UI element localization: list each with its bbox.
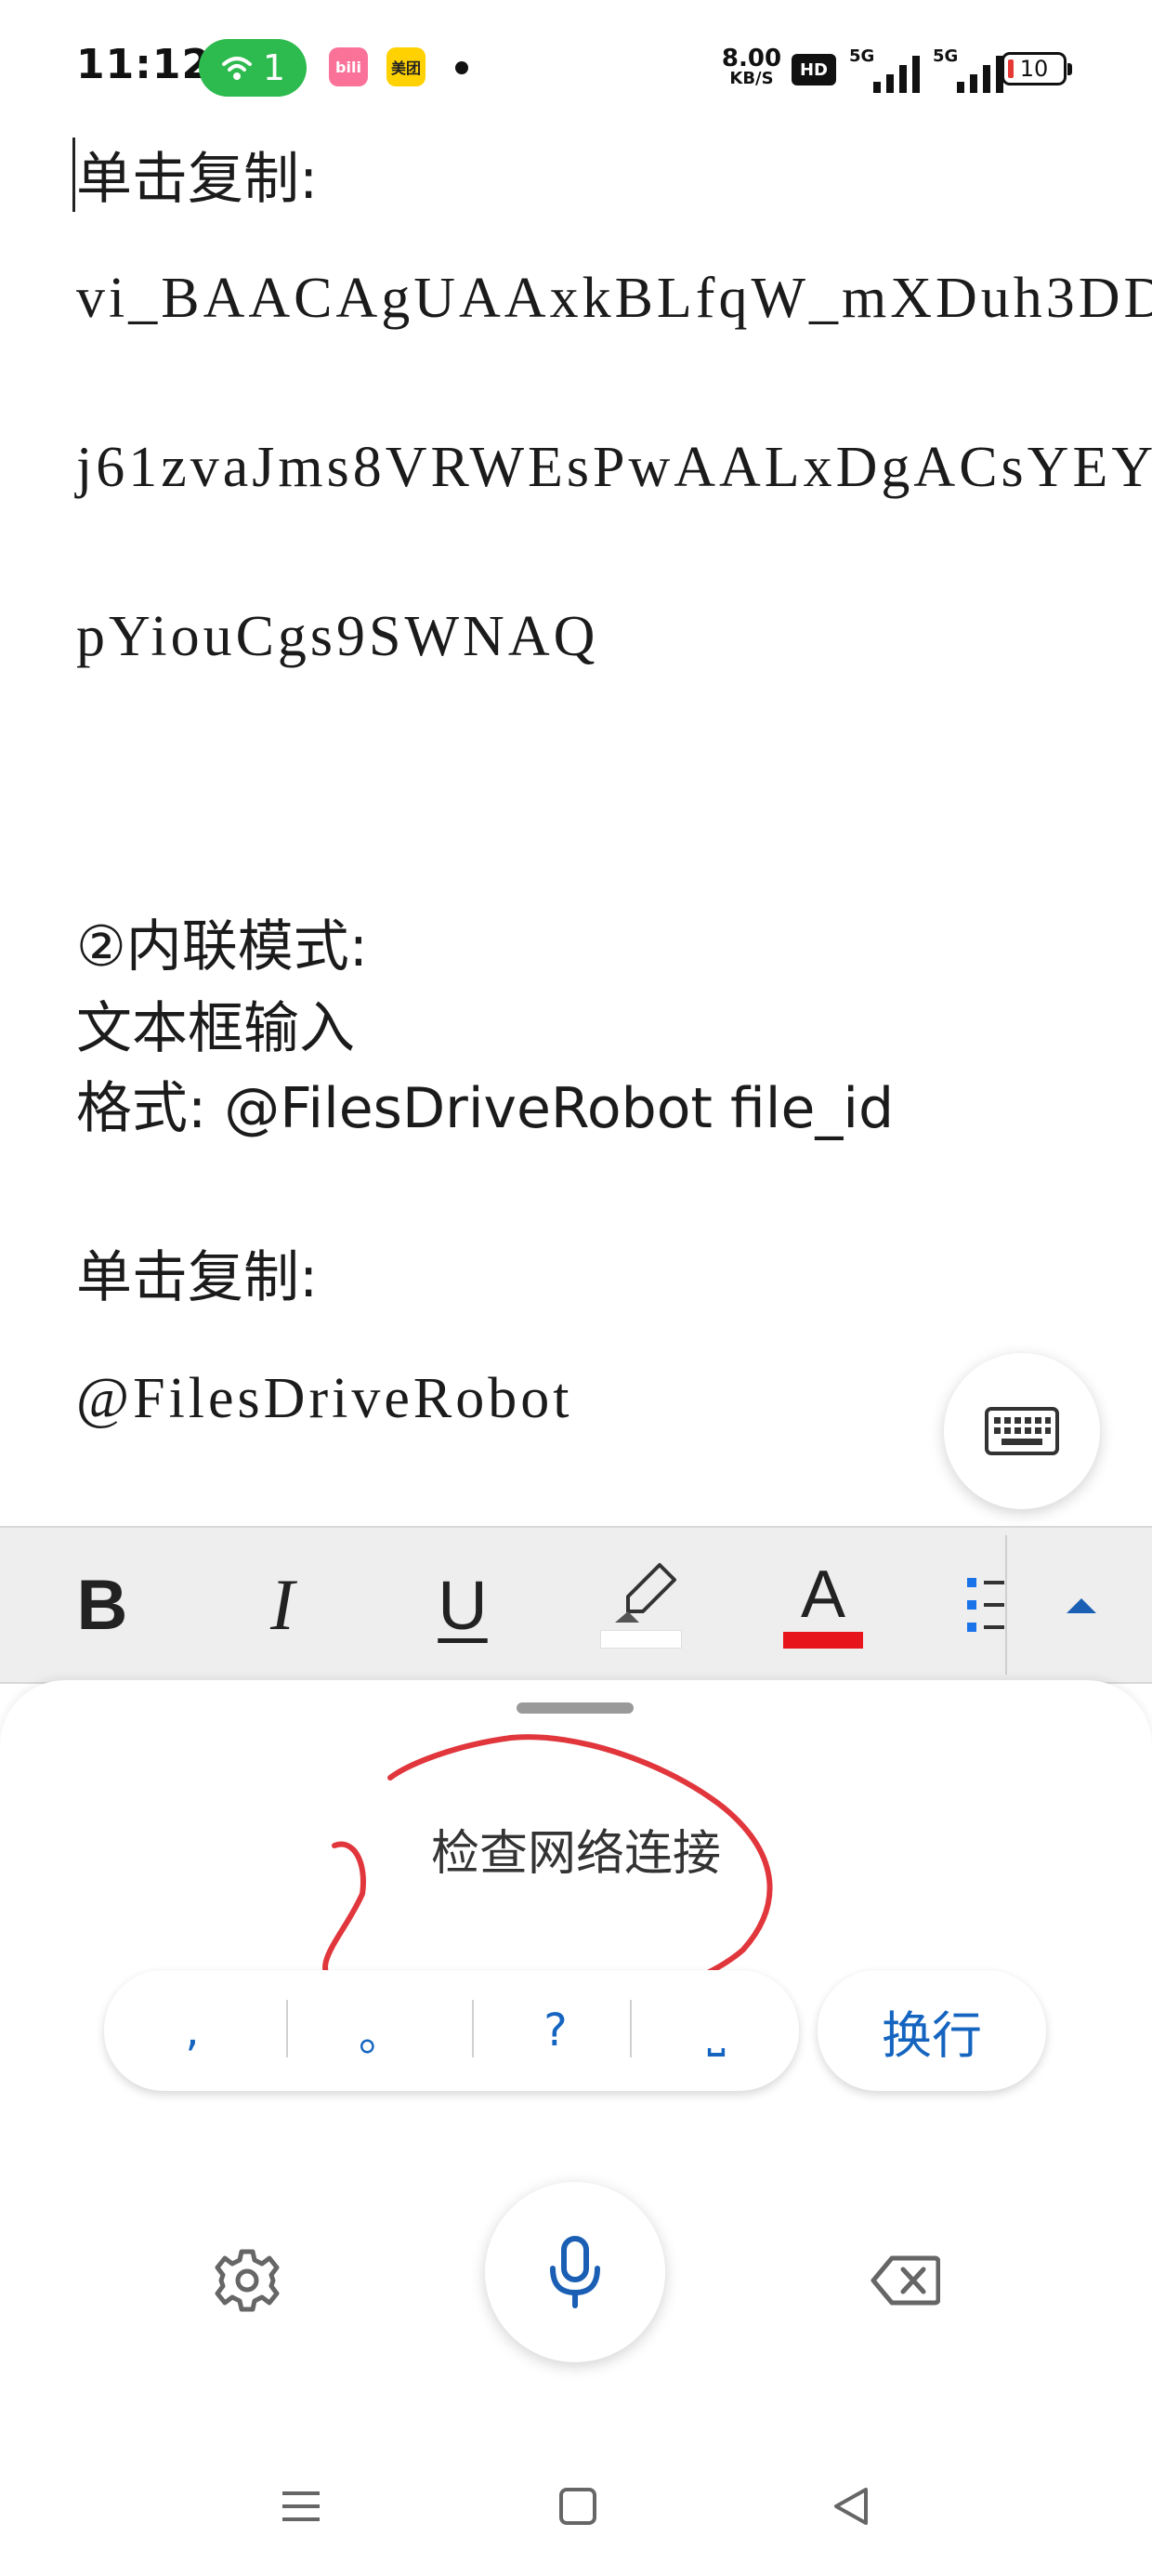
- punctuation-bar: , 。 ? ⎵: [104, 1970, 799, 2091]
- voice-keyboard-panel: 检查网络连接 , 。 ? ⎵ 换行: [0, 1680, 1152, 2576]
- voice-input-button[interactable]: [485, 2182, 665, 2362]
- network-speed: 8.00 KB/S: [721, 46, 782, 87]
- toolbar-divider: [1005, 1535, 1007, 1675]
- punctuation-divider: [286, 2000, 288, 2057]
- font-color-letter: A: [800, 1557, 846, 1632]
- file-id-line[interactable]: pYiouCgs9SWNAQ: [76, 604, 598, 670]
- back-icon: [834, 2488, 868, 2525]
- network-speed-value: 8.00: [721, 45, 782, 72]
- meituan-icon: 美团: [386, 47, 425, 86]
- notification-dot-icon: [455, 61, 468, 74]
- list-icon: [967, 1578, 1004, 1632]
- bot-handle-line[interactable]: @FilesDriveRobot: [76, 1366, 572, 1432]
- status-time: 11:12: [76, 41, 212, 88]
- network-speed-unit: KB/S: [729, 69, 774, 88]
- battery-level-bar: [1008, 59, 1014, 78]
- backspace-icon: [871, 2255, 940, 2306]
- question-key[interactable]: ?: [476, 1970, 635, 2091]
- microphone-icon: [550, 2236, 600, 2308]
- battery-level: 10: [1019, 56, 1049, 82]
- italic-button[interactable]: I: [236, 1528, 329, 1682]
- bilibili-icon: bili: [329, 47, 368, 86]
- keyboard-toggle-button[interactable]: [944, 1353, 1100, 1509]
- punctuation-divider: [472, 2000, 474, 2057]
- highlight-button[interactable]: [595, 1528, 687, 1682]
- screen: 11:12 1 bili 美团 8.00 KB/S HD 5G 5G 10 单击…: [0, 0, 1152, 2576]
- settings-button[interactable]: [199, 2232, 295, 2329]
- copy-label[interactable]: 单击复制:: [76, 1232, 318, 1313]
- underline-button[interactable]: U: [416, 1528, 509, 1682]
- nav-recents-button[interactable]: [255, 2464, 347, 2548]
- space-key[interactable]: ⎵: [634, 1970, 799, 2091]
- nav-back-button[interactable]: [805, 2464, 897, 2548]
- battery-indicator: 10: [1001, 52, 1072, 85]
- textbox-input-line[interactable]: 文本框输入: [76, 983, 355, 1064]
- keyboard-icon: [985, 1407, 1059, 1455]
- bold-button[interactable]: B: [56, 1528, 149, 1682]
- settings-icon: [215, 2249, 280, 2312]
- wifi-hotspot-icon: [221, 57, 252, 80]
- hotspot-indicator: 1: [199, 39, 307, 97]
- format-line[interactable]: 格式: @FilesDriveRobot file_id: [76, 1063, 894, 1144]
- cellular-signal-icon: [957, 56, 1003, 93]
- expand-up-icon: [1067, 1598, 1096, 1613]
- newline-button[interactable]: 换行: [818, 1970, 1046, 2091]
- hd-voice-badge: HD: [792, 54, 836, 85]
- highlight-color-swatch: [600, 1630, 682, 1649]
- punctuation-divider: [630, 2000, 632, 2057]
- cellular-signal-icon: [873, 56, 920, 93]
- file-id-line[interactable]: vi_BAACAgUAAxkBLfqW_mXDuh3DDZj: [76, 266, 1152, 332]
- font-color-button[interactable]: A: [777, 1528, 870, 1682]
- status-bar: 11:12 1 bili 美团 8.00 KB/S HD 5G 5G 10: [0, 0, 1152, 130]
- backspace-button[interactable]: [857, 2232, 953, 2329]
- period-key[interactable]: 。: [290, 1970, 472, 2091]
- home-icon: [559, 2488, 596, 2525]
- toolbar-expand-button[interactable]: [1041, 1528, 1122, 1682]
- inline-mode-heading[interactable]: ②内联模式:: [76, 901, 368, 982]
- copy-label[interactable]: 单击复制:: [76, 134, 318, 215]
- file-id-line[interactable]: j61zvaJms8VRWEsPwAALxDgACsYEYV: [76, 435, 1152, 501]
- hotspot-count: 1: [262, 47, 286, 88]
- document-body[interactable]: 单击复制: vi_BAACAgUAAxkBLfqW_mXDuh3DDZj j61…: [0, 121, 1152, 1515]
- font-color-swatch: [783, 1632, 863, 1649]
- nav-home-button[interactable]: [531, 2464, 624, 2548]
- formatting-toolbar: B I U A: [0, 1526, 1152, 1684]
- menu-icon: [282, 2491, 320, 2521]
- comma-key[interactable]: ,: [104, 1970, 281, 2091]
- highlighter-icon: [615, 1563, 676, 1623]
- network-status-message: 检查网络连接: [430, 1826, 721, 1882]
